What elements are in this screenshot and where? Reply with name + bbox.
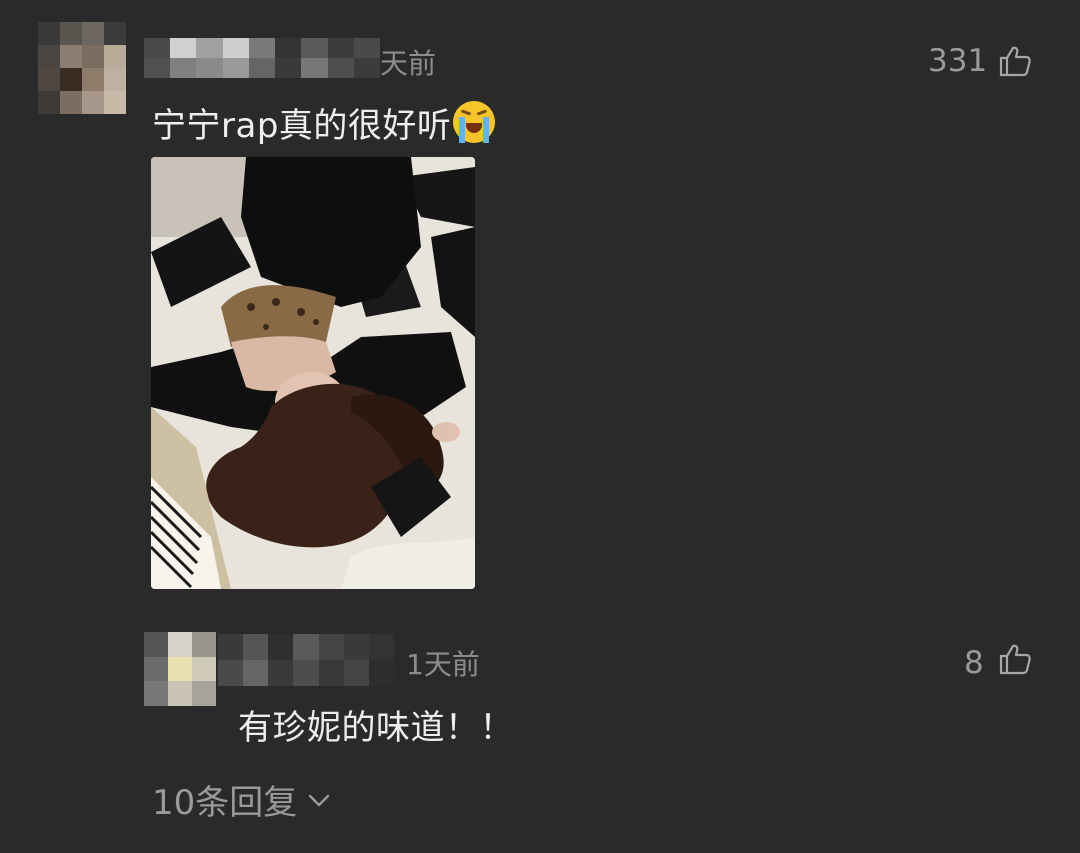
crying-face-icon [453,101,496,143]
username-blurred[interactable] [144,38,380,78]
comment-text: 宁宁rap真的很好听 [152,106,452,146]
thumbs-up-icon[interactable] [998,44,1032,78]
replies-label: 10条回复 [152,783,298,823]
comment-text: 有珍妮的味道！！ [238,708,514,748]
view-replies-button[interactable]: 10条回复 [152,775,333,824]
comment-time: 天前 [380,47,437,80]
avatar[interactable] [144,632,216,706]
username-blurred[interactable] [218,634,394,686]
comment-image[interactable] [151,157,475,589]
comment-time: 1天前 [406,648,480,681]
thumbs-up-icon[interactable] [998,642,1032,676]
comment-content: 宁宁rap真的很好听 [152,98,496,147]
like-count: 8 [964,645,984,681]
avatar[interactable] [38,22,126,114]
like-count: 331 [928,43,988,79]
chevron-down-icon [309,794,330,806]
